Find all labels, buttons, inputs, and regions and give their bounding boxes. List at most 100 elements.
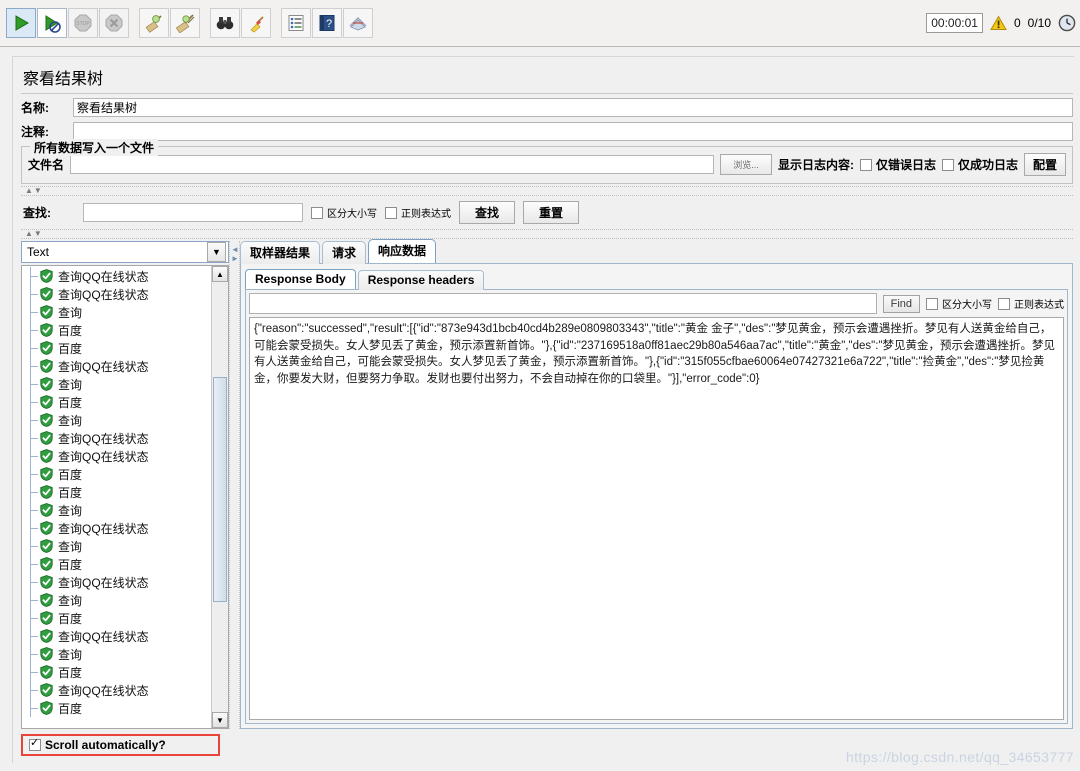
tree-item[interactable]: 百度 xyxy=(22,555,211,573)
warning-triangle-icon xyxy=(990,15,1007,31)
templates-button[interactable] xyxy=(343,8,373,38)
tree-item-label: 查询 xyxy=(58,376,82,393)
tree-connector-line xyxy=(30,285,31,303)
reset-search-button[interactable] xyxy=(241,8,271,38)
search-regex-checkbox[interactable]: 正则表达式 xyxy=(385,205,451,220)
errors-only-checkbox[interactable]: 仅错误日志 xyxy=(860,156,936,173)
results-tree-scrollbar[interactable]: ▲ ▼ xyxy=(211,266,228,728)
result-tab-1[interactable]: 请求 xyxy=(322,241,366,264)
success-shield-icon xyxy=(40,341,53,355)
successes-only-checkbox[interactable]: 仅成功日志 xyxy=(942,156,1018,173)
filename-input[interactable] xyxy=(70,155,714,174)
result-tab-2[interactable]: 响应数据 xyxy=(368,239,436,263)
tree-item[interactable]: 百度 xyxy=(22,321,211,339)
clear-button[interactable] xyxy=(139,8,169,38)
tree-item[interactable]: 百度 xyxy=(22,699,211,717)
tree-branch-line xyxy=(30,330,38,331)
tree-item[interactable]: 查询QQ在线状态 xyxy=(22,285,211,303)
result-tab-0[interactable]: 取样器结果 xyxy=(240,241,320,264)
play-no-timers-icon xyxy=(42,13,62,33)
name-input[interactable]: 察看结果树 xyxy=(73,98,1073,117)
triangle-up-icon[interactable]: ▲ xyxy=(212,266,228,282)
search-button[interactable] xyxy=(210,8,240,38)
tree-item[interactable]: 查询QQ在线状态 xyxy=(22,357,211,375)
tree-item-label: 百度 xyxy=(58,610,82,627)
tree-item[interactable]: 查询QQ在线状态 xyxy=(22,627,211,645)
pane-divider-grip-icon[interactable]: ◄► xyxy=(231,245,239,263)
errors-only-checkbox-box[interactable] xyxy=(860,159,872,171)
start-no-timers-button[interactable] xyxy=(37,8,67,38)
search-regex-box[interactable] xyxy=(385,207,397,219)
response-case-sensitive-box[interactable] xyxy=(926,298,938,310)
comment-input[interactable] xyxy=(73,122,1073,141)
browse-button[interactable]: 浏览... xyxy=(720,154,772,175)
response-case-sensitive-checkbox[interactable]: 区分大小写 xyxy=(926,296,992,311)
search-reset-button[interactable]: 重置 xyxy=(523,201,579,224)
results-tree-list[interactable]: 查询QQ在线状态查询QQ在线状态查询百度百度查询QQ在线状态查询百度查询查询QQ… xyxy=(22,266,211,728)
search-submit-button[interactable]: 查找 xyxy=(459,201,515,224)
panel-content: 察看结果树 名称: 察看结果树 注释: 所有数据写入一个文件 文件名 浏览...… xyxy=(21,63,1073,757)
search-input[interactable] xyxy=(83,203,303,222)
response-subtab-0[interactable]: Response Body xyxy=(245,269,356,289)
clock-icon[interactable] xyxy=(1058,14,1076,32)
configure-button[interactable]: 配置 xyxy=(1024,153,1066,176)
tree-item[interactable]: 查询QQ在线状态 xyxy=(22,519,211,537)
success-shield-icon xyxy=(40,287,53,301)
tree-item[interactable]: 查询QQ在线状态 xyxy=(22,267,211,285)
function-helper-button[interactable] xyxy=(281,8,311,38)
search-controls-group xyxy=(210,8,272,38)
tree-item[interactable]: 查询QQ在线状态 xyxy=(22,573,211,591)
tree-item[interactable]: 百度 xyxy=(22,465,211,483)
tree-item[interactable]: 查询QQ在线状态 xyxy=(22,447,211,465)
chevron-down-icon[interactable]: ▼ xyxy=(207,242,226,262)
tree-item[interactable]: 查询 xyxy=(22,591,211,609)
results-tree[interactable]: 查询QQ在线状态查询QQ在线状态查询百度百度查询QQ在线状态查询百度查询查询QQ… xyxy=(21,265,229,729)
lower-splitter-arrows-icon[interactable]: ▲▼ xyxy=(25,229,43,238)
tree-item[interactable]: 查询QQ在线状态 xyxy=(22,681,211,699)
tree-item[interactable]: 百度 xyxy=(22,393,211,411)
scroll-thumb[interactable] xyxy=(213,377,227,603)
search-case-sensitive-box[interactable] xyxy=(311,207,323,219)
tree-item[interactable]: 查询QQ在线状态 xyxy=(22,429,211,447)
tree-item[interactable]: 百度 xyxy=(22,609,211,627)
pane-divider[interactable]: ◄► xyxy=(229,241,240,729)
tree-item[interactable]: 查询 xyxy=(22,645,211,663)
help-button[interactable]: ? xyxy=(312,8,342,38)
search-case-sensitive-checkbox[interactable]: 区分大小写 xyxy=(311,205,377,220)
response-regex-checkbox[interactable]: 正则表达式 xyxy=(998,296,1064,311)
start-button[interactable] xyxy=(6,8,36,38)
lower-splitter[interactable]: ▲▼ xyxy=(21,229,1073,239)
successes-only-checkbox-box[interactable] xyxy=(942,159,954,171)
result-tabs[interactable]: 取样器结果请求响应数据 xyxy=(240,241,1073,263)
response-find-input[interactable] xyxy=(249,293,877,314)
tree-item[interactable]: 查询 xyxy=(22,537,211,555)
response-subtab-1[interactable]: Response headers xyxy=(358,270,485,290)
response-subtabs[interactable]: Response BodyResponse headers xyxy=(245,268,1068,289)
play-green-icon xyxy=(11,13,31,33)
tree-item[interactable]: 查询 xyxy=(22,501,211,519)
splitter-arrows-icon[interactable]: ▲▼ xyxy=(25,186,43,195)
book-question-icon: ? xyxy=(317,13,337,33)
scroll-track[interactable] xyxy=(212,282,228,712)
triangle-down-icon[interactable]: ▼ xyxy=(212,712,228,728)
tree-item[interactable]: 查询 xyxy=(22,303,211,321)
tree-connector-line xyxy=(30,357,31,375)
tree-item[interactable]: 百度 xyxy=(22,339,211,357)
scroll-automatically-checkbox[interactable]: Scroll automatically? xyxy=(29,738,166,752)
tree-connector-line xyxy=(30,681,31,699)
tree-item[interactable]: 查询 xyxy=(22,411,211,429)
comment-label: 注释: xyxy=(21,123,73,140)
response-body-text[interactable]: {"reason":"successed","result":[{"id":"8… xyxy=(250,318,1063,719)
response-regex-box[interactable] xyxy=(998,298,1010,310)
response-body-area[interactable]: {"reason":"successed","result":[{"id":"8… xyxy=(249,317,1064,720)
tree-branch-line xyxy=(30,384,38,385)
scroll-automatically-box[interactable] xyxy=(29,739,41,751)
upper-splitter[interactable]: ▲▼ xyxy=(21,186,1073,196)
tree-item[interactable]: 百度 xyxy=(22,663,211,681)
tree-item[interactable]: 查询 xyxy=(22,375,211,393)
tree-item-label: 查询QQ在线状态 xyxy=(58,628,149,645)
response-find-button[interactable]: Find xyxy=(883,295,920,313)
tree-item[interactable]: 百度 xyxy=(22,483,211,501)
clear-all-button[interactable] xyxy=(170,8,200,38)
renderer-dropdown[interactable]: Text ▼ xyxy=(21,241,229,263)
